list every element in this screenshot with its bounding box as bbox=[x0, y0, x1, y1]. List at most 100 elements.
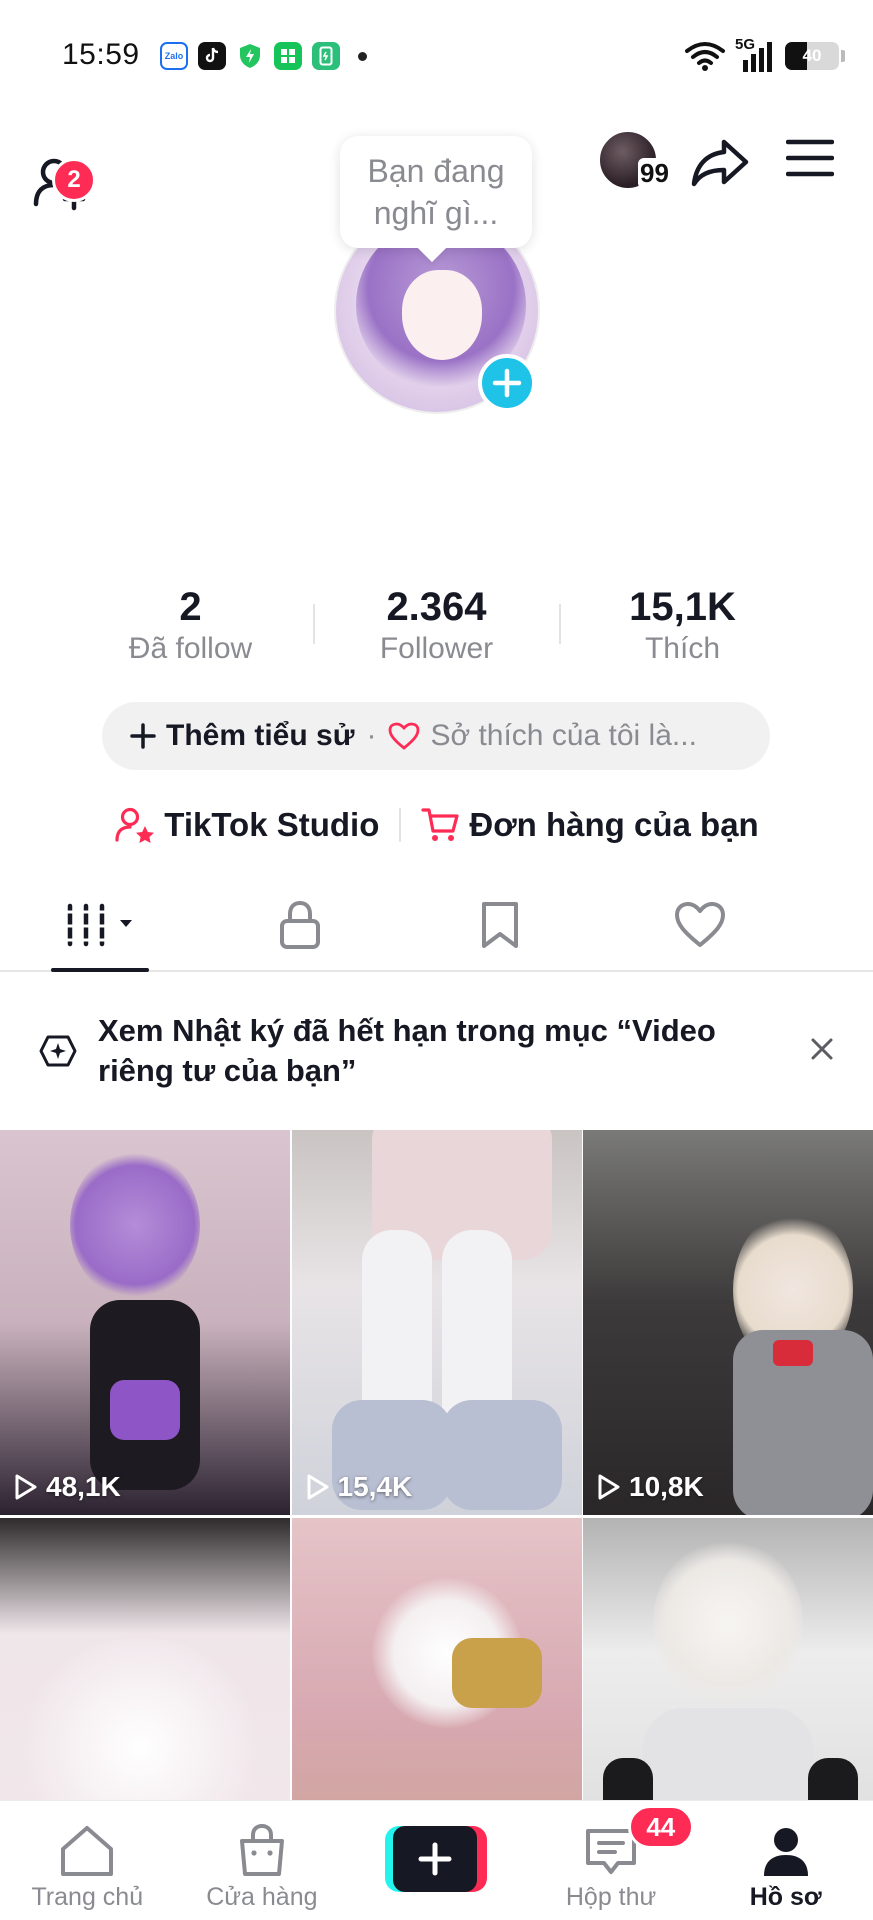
status-bar: 15:59 Zalo 5G 40 bbox=[0, 0, 873, 112]
nav-inbox[interactable]: 44 Hộp thư bbox=[524, 1801, 699, 1920]
stat-label: Đã follow bbox=[128, 632, 253, 665]
hobby-button[interactable]: Sở thích của tôi là... bbox=[388, 719, 697, 753]
add-friend-button[interactable]: 2 bbox=[30, 152, 96, 212]
stories-count: 99 bbox=[638, 158, 671, 189]
close-banner-button[interactable] bbox=[809, 1036, 835, 1067]
nav-home-label: Trang chủ bbox=[31, 1883, 144, 1911]
battery-level: 40 bbox=[802, 46, 822, 65]
view-count: 48,1K bbox=[14, 1471, 121, 1503]
view-count: 10,8K bbox=[597, 1471, 704, 1503]
cart-icon bbox=[421, 808, 459, 841]
thumbnail-figure bbox=[441, 1400, 562, 1510]
content-tabs bbox=[0, 880, 873, 972]
view-count-label: 10,8K bbox=[629, 1471, 704, 1502]
grid-icon bbox=[64, 903, 132, 947]
tab-saved[interactable] bbox=[400, 880, 600, 970]
profile-stats: 2 Đã follow 2.364 Follower 15,1K Thích bbox=[0, 584, 873, 666]
nav-profile[interactable]: Hồ sơ bbox=[698, 1801, 873, 1920]
status-time: 15:59 bbox=[62, 38, 140, 71]
share-icon bbox=[691, 139, 749, 187]
share-profile-button[interactable] bbox=[690, 132, 750, 192]
orders-label: Đơn hàng của bạn bbox=[469, 806, 759, 843]
battery-indicator: 40 bbox=[785, 42, 839, 70]
add-bio-label: Thêm tiểu sử bbox=[166, 719, 355, 752]
stat-likes[interactable]: 15,1K Thích bbox=[561, 584, 805, 666]
bio-pill: Thêm tiểu sử · Sở thích của tôi là... bbox=[102, 702, 770, 770]
creator-star-icon bbox=[115, 807, 155, 843]
battery-tip bbox=[841, 50, 845, 62]
more-notifications-dot bbox=[358, 51, 367, 61]
video-thumbnail[interactable]: 10,8K bbox=[583, 1130, 873, 1515]
orders-link[interactable]: Đơn hàng của bạn bbox=[421, 806, 759, 844]
add-story-button[interactable] bbox=[478, 354, 536, 412]
thumbnail-figure bbox=[70, 1150, 200, 1300]
thumbnail-figure bbox=[773, 1340, 813, 1366]
stories-avatar-stack[interactable]: 99 bbox=[598, 130, 678, 200]
hobby-placeholder: Sở thích của tôi là... bbox=[430, 719, 697, 752]
add-bio-button[interactable]: Thêm tiểu sử bbox=[130, 719, 354, 753]
thumbnail-figure bbox=[110, 1380, 180, 1440]
nav-home[interactable]: Trang chủ bbox=[0, 1801, 175, 1920]
zalo-icon: Zalo bbox=[160, 42, 188, 70]
create-button[interactable] bbox=[385, 1826, 488, 1892]
inbox-badge: 44 bbox=[627, 1805, 694, 1849]
tiktok-studio-label: TikTok Studio bbox=[164, 806, 380, 843]
tab-private[interactable] bbox=[200, 880, 400, 970]
plus-icon bbox=[492, 368, 522, 398]
bookmark-icon bbox=[482, 902, 518, 948]
stat-label: Follower bbox=[379, 632, 494, 665]
view-count-label: 48,1K bbox=[46, 1471, 121, 1502]
links-divider bbox=[399, 808, 402, 842]
play-icon bbox=[598, 1474, 620, 1500]
phone-clean-icon bbox=[312, 42, 340, 70]
tab-videos[interactable] bbox=[0, 880, 200, 970]
view-count-label: 15,4K bbox=[337, 1471, 413, 1502]
nav-shop[interactable]: Cửa hàng bbox=[175, 1801, 350, 1920]
hamburger-icon bbox=[785, 139, 835, 177]
stat-label: Thích bbox=[644, 632, 721, 665]
friend-request-badge: 2 bbox=[52, 158, 96, 202]
stat-value: 2.364 bbox=[386, 585, 487, 629]
signal-icon bbox=[743, 42, 772, 72]
home-icon bbox=[61, 1826, 114, 1876]
nav-create[interactable] bbox=[349, 1801, 524, 1920]
tiktok-studio-link[interactable]: TikTok Studio bbox=[114, 806, 379, 844]
green-app-icon bbox=[274, 42, 302, 70]
notification-icons: Zalo bbox=[160, 42, 367, 70]
play-icon bbox=[307, 1474, 328, 1500]
avatar-art-face bbox=[402, 270, 482, 360]
diary-banner-text: Xem Nhật ký đã hết hạn trong mục “Video … bbox=[98, 1013, 716, 1088]
view-count: 15,4K bbox=[306, 1471, 413, 1503]
profile-icon bbox=[763, 1828, 808, 1876]
wifi-icon bbox=[685, 42, 725, 71]
profile-links: TikTok Studio Đơn hàng của bạn bbox=[0, 800, 873, 850]
tiktok-icon bbox=[198, 42, 226, 70]
bio-separator: · bbox=[366, 719, 377, 752]
video-thumbnail[interactable]: 15,4K bbox=[291, 1130, 582, 1515]
heart-outline-icon bbox=[675, 902, 725, 947]
create-button-body bbox=[393, 1826, 478, 1892]
sparkle-box-icon bbox=[39, 1035, 77, 1067]
nav-inbox-label: Hộp thư bbox=[565, 1883, 657, 1911]
stat-following[interactable]: 2 Đã follow bbox=[69, 584, 313, 666]
cellular-signal: 5G bbox=[735, 36, 775, 72]
thought-bubble[interactable]: Bạn đang nghĩ gì... bbox=[340, 136, 532, 248]
video-grid: 48,1K 15,4K 10,8K bbox=[0, 1130, 873, 1903]
stat-value: 2 bbox=[179, 585, 202, 629]
bottom-navigation: Trang chủ Cửa hàng 44 Hộp thư Hồ sơ bbox=[0, 1800, 873, 1920]
stat-followers[interactable]: 2.364 Follower bbox=[315, 584, 559, 666]
nav-profile-label: Hồ sơ bbox=[749, 1883, 822, 1911]
heart-icon bbox=[389, 722, 420, 750]
video-thumbnail[interactable]: 48,1K bbox=[0, 1130, 290, 1515]
tab-liked[interactable] bbox=[600, 880, 800, 970]
status-right: 5G 40 bbox=[685, 36, 845, 72]
play-icon bbox=[15, 1474, 37, 1500]
shopping-bag-icon bbox=[239, 1823, 284, 1876]
diary-banner[interactable]: Xem Nhật ký đã hết hạn trong mục “Video … bbox=[0, 974, 873, 1128]
menu-button[interactable] bbox=[785, 134, 835, 182]
thumbnail-figure bbox=[653, 1538, 803, 1708]
lock-icon bbox=[280, 901, 320, 949]
plus-icon bbox=[418, 1842, 452, 1876]
nav-shop-label: Cửa hàng bbox=[206, 1883, 318, 1911]
close-icon bbox=[811, 1038, 833, 1059]
